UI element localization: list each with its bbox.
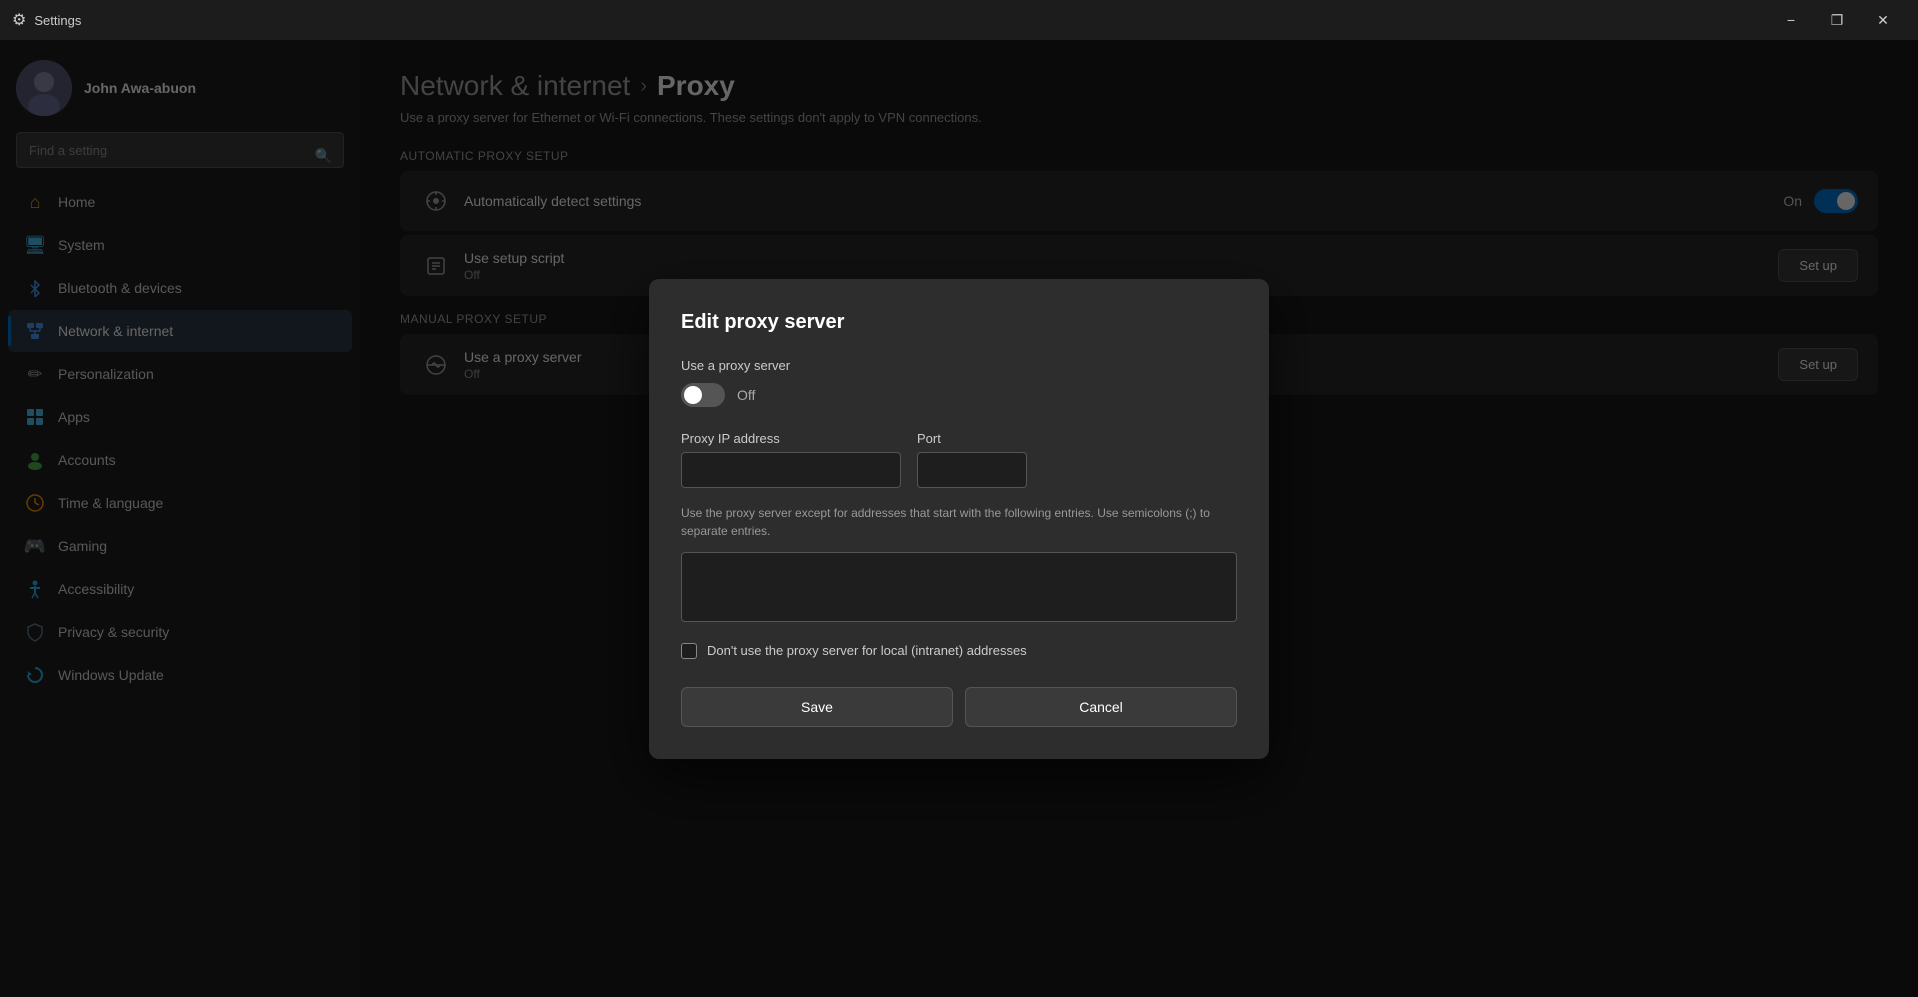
dialog-toggle-row: Off bbox=[681, 383, 1237, 407]
exceptions-textarea[interactable] bbox=[681, 552, 1237, 622]
dialog-proxy-toggle[interactable] bbox=[681, 383, 725, 407]
restore-button[interactable]: ❐ bbox=[1814, 4, 1860, 36]
dialog-hint: Use the proxy server except for addresse… bbox=[681, 504, 1237, 540]
dialog-use-proxy-label: Use a proxy server bbox=[681, 358, 1237, 373]
checkbox-row: Don't use the proxy server for local (in… bbox=[681, 643, 1237, 659]
titlebar: ⚙ Settings − ❐ ✕ bbox=[0, 0, 1918, 40]
minimize-button[interactable]: − bbox=[1768, 4, 1814, 36]
close-button[interactable]: ✕ bbox=[1860, 4, 1906, 36]
save-button[interactable]: Save bbox=[681, 687, 953, 727]
ip-port-row: Proxy IP address Port bbox=[681, 431, 1237, 488]
dialog-title: Edit proxy server bbox=[681, 311, 1237, 334]
dialog-overlay: Edit proxy server Use a proxy server Off… bbox=[0, 40, 1918, 997]
proxy-ip-group: Proxy IP address bbox=[681, 431, 901, 488]
titlebar-title: Settings bbox=[34, 13, 81, 28]
port-label: Port bbox=[917, 431, 1027, 446]
proxy-ip-label: Proxy IP address bbox=[681, 431, 901, 446]
dialog-proxy-toggle-label: Off bbox=[737, 387, 755, 403]
port-group: Port bbox=[917, 431, 1027, 488]
settings-icon: ⚙ bbox=[12, 10, 26, 30]
window-controls: − ❐ ✕ bbox=[1768, 4, 1906, 36]
checkbox-label: Don't use the proxy server for local (in… bbox=[707, 643, 1027, 658]
cancel-button[interactable]: Cancel bbox=[965, 687, 1237, 727]
dialog-proxy-toggle-knob bbox=[684, 386, 702, 404]
local-intranet-checkbox[interactable] bbox=[681, 643, 697, 659]
dialog-buttons: Save Cancel bbox=[681, 687, 1237, 727]
edit-proxy-dialog: Edit proxy server Use a proxy server Off… bbox=[649, 279, 1269, 759]
port-input[interactable] bbox=[917, 452, 1027, 488]
proxy-ip-input[interactable] bbox=[681, 452, 901, 488]
